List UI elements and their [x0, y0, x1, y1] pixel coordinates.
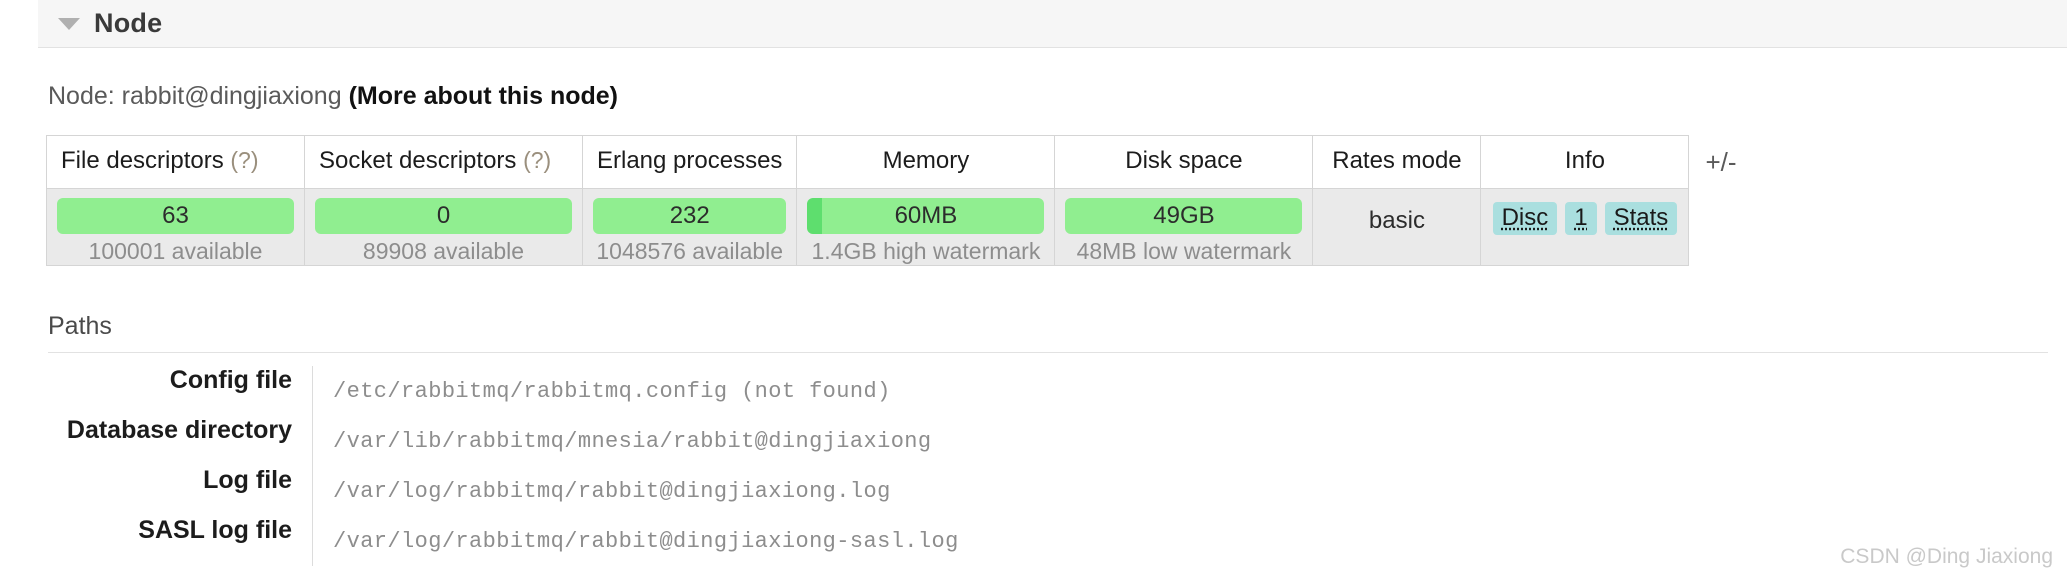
- path-label-sasl-log-file: SASL log file: [138, 516, 292, 544]
- path-label-log-file: Log file: [203, 466, 292, 494]
- cell-socket-descriptors: 0 89908 available: [304, 188, 583, 266]
- cell-file-descriptors: 63 100001 available: [46, 188, 305, 266]
- list-item: Database directory /var/lib/rabbitmq/mne…: [48, 416, 2048, 466]
- page-title: Node: [94, 8, 163, 38]
- cell-rates-mode: basic: [1312, 188, 1482, 266]
- paths-section-title: Paths: [48, 312, 112, 340]
- gauge-subtext: 48MB low watermark: [1076, 238, 1292, 264]
- path-value-log-file: /var/log/rabbitmq/rabbit@dingjiaxiong.lo…: [312, 466, 891, 516]
- gauge-value: 60MB: [894, 202, 958, 229]
- node-identity: Node: rabbit@dingjiaxiong (More about th…: [48, 82, 618, 111]
- node-name-text: Node: rabbit@dingjiaxiong: [48, 82, 342, 110]
- gauge-value: 63: [162, 202, 189, 229]
- gauge-subtext: 100001 available: [88, 238, 263, 264]
- more-about-node-link[interactable]: (More about this node): [349, 82, 618, 110]
- column-header-erlang-processes: Erlang processes: [581, 135, 798, 189]
- gauge-value: 0: [436, 202, 451, 229]
- gauge-subtext: 89908 available: [362, 238, 525, 264]
- column-header-disk-space: Disk space: [1054, 135, 1314, 189]
- gauge-memory: 60MB: [807, 198, 1045, 234]
- path-label-config-file: Config file: [169, 366, 292, 394]
- gauge-subtext: 1.4GB high watermark: [811, 238, 1041, 264]
- list-item: SASL log file /var/log/rabbitmq/rabbit@d…: [48, 516, 2048, 566]
- node-section-header[interactable]: Node: [38, 0, 2067, 48]
- watermark: CSDN @Ding Jiaxiong: [1840, 545, 2053, 568]
- gauge-value: 232: [669, 202, 710, 229]
- node-stats-table: File descriptors (?) Socket descriptors …: [46, 135, 1690, 266]
- column-label: File descriptors: [61, 147, 224, 174]
- caret-down-icon[interactable]: [58, 17, 80, 30]
- help-icon-socket-descriptors[interactable]: (?): [523, 147, 551, 173]
- path-label-database-directory: Database directory: [66, 416, 292, 444]
- info-chip-count[interactable]: 1: [1565, 202, 1597, 235]
- gauge-socket-descriptors: 0: [315, 198, 572, 234]
- node-stats-area: File descriptors (?) Socket descriptors …: [46, 135, 1737, 266]
- cell-memory: 60MB 1.4GB high watermark: [796, 188, 1056, 266]
- column-header-info: Info: [1480, 135, 1690, 189]
- gauge-file-descriptors: 63: [57, 198, 294, 234]
- list-item: Config file /etc/rabbitmq/rabbitmq.confi…: [48, 366, 2048, 416]
- cell-disk-space: 49GB 48MB low watermark: [1054, 188, 1314, 266]
- cell-erlang-processes: 232 1048576 available: [581, 188, 798, 266]
- list-item: Log file /var/log/rabbitmq/rabbit@dingji…: [48, 466, 2048, 516]
- gauge-erlang-processes: 232: [593, 198, 787, 234]
- gauge-disk-space: 49GB: [1065, 198, 1303, 234]
- columns-toggle-button[interactable]: +/-: [1705, 147, 1736, 178]
- table-row: 63 100001 available 0 89908 available 23…: [46, 188, 1690, 266]
- help-icon-file-descriptors[interactable]: (?): [230, 147, 258, 173]
- paths-divider: [48, 352, 2048, 353]
- rates-mode-value: basic: [1368, 207, 1425, 234]
- info-chip-disc[interactable]: Disc: [1492, 202, 1558, 235]
- gauge-value: 49GB: [1153, 202, 1215, 229]
- info-chip-stats[interactable]: Stats: [1604, 202, 1678, 235]
- path-value-config-file: /etc/rabbitmq/rabbitmq.config (not found…: [312, 366, 891, 416]
- column-label: Socket descriptors: [319, 147, 517, 174]
- gauge-fill: [807, 198, 822, 234]
- table-header-row: File descriptors (?) Socket descriptors …: [46, 135, 1690, 189]
- path-value-database-directory: /var/lib/rabbitmq/mnesia/rabbit@dingjiax…: [312, 416, 932, 466]
- gauge-subtext: 1048576 available: [596, 238, 784, 264]
- column-header-rates-mode: Rates mode: [1312, 135, 1482, 189]
- column-header-socket-descriptors: Socket descriptors (?): [304, 135, 583, 189]
- cell-info: Disc 1 Stats: [1480, 188, 1690, 266]
- column-header-memory: Memory: [796, 135, 1056, 189]
- column-header-file-descriptors: File descriptors (?): [46, 135, 305, 189]
- paths-list: Config file /etc/rabbitmq/rabbitmq.confi…: [48, 366, 2048, 566]
- path-value-sasl-log-file: /var/log/rabbitmq/rabbit@dingjiaxiong-sa…: [312, 516, 959, 566]
